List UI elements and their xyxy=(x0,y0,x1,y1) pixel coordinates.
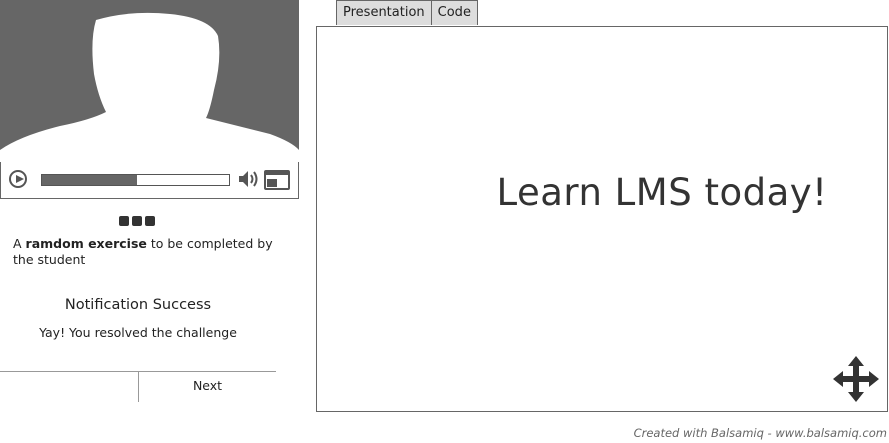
video-controls xyxy=(0,162,299,199)
move-icon[interactable] xyxy=(831,354,881,404)
pager-dot[interactable] xyxy=(119,216,129,226)
person-silhouette xyxy=(0,12,299,162)
play-icon[interactable] xyxy=(9,170,27,188)
volume-icon[interactable] xyxy=(237,169,259,189)
pager-dots[interactable] xyxy=(119,216,155,226)
video-player[interactable] xyxy=(0,0,299,199)
pager-dot[interactable] xyxy=(132,216,142,226)
presentation-panel: Learn LMS today! xyxy=(316,26,888,412)
notification-message: Yay! You resolved the challenge xyxy=(39,325,237,340)
tab-presentation[interactable]: Presentation xyxy=(336,0,432,25)
pager-dot[interactable] xyxy=(145,216,155,226)
tab-code[interactable]: Code xyxy=(431,0,478,25)
exercise-prefix: A xyxy=(13,236,26,251)
footer-credit: Created with Balsamiq - www.balsamiq.com xyxy=(633,426,887,440)
exercise-description: A ramdom exercise to be completed by the… xyxy=(13,236,283,268)
exercise-bold: ramdom exercise xyxy=(25,236,147,251)
video-progress-fill xyxy=(42,175,138,185)
tab-bar: Presentation Code xyxy=(336,0,478,26)
notification-title: Notification Success xyxy=(64,297,212,313)
next-button[interactable]: Next xyxy=(139,373,276,399)
video-screen[interactable] xyxy=(0,0,299,162)
presentation-headline: Learn LMS today! xyxy=(496,171,828,214)
fullscreen-icon[interactable] xyxy=(264,170,290,190)
video-progress-bar[interactable] xyxy=(41,174,230,186)
